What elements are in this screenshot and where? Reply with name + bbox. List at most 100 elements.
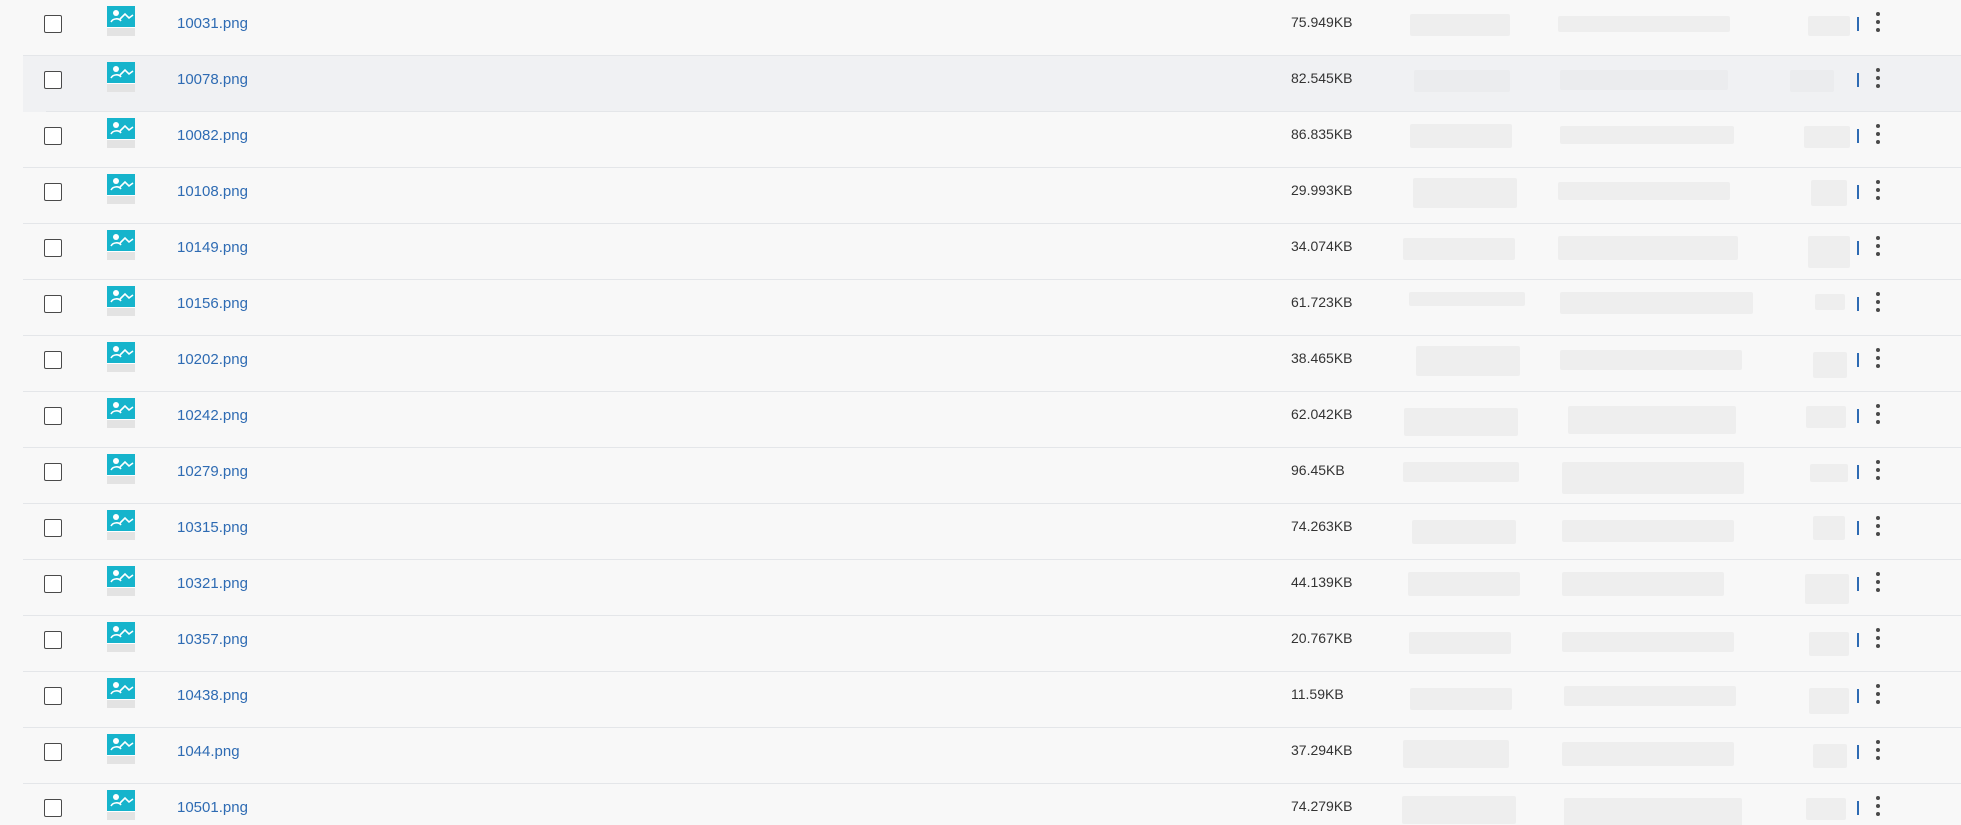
- redacted-cell: [1409, 632, 1511, 654]
- more-vertical-icon[interactable]: [1872, 794, 1884, 820]
- more-vertical-icon[interactable]: [1872, 178, 1884, 204]
- file-name-link[interactable]: 10156.png: [177, 295, 248, 312]
- file-list: 10031.png 75.949KB 10078.png 82.545KB 10…: [0, 0, 1961, 825]
- image-file-icon[interactable]: [107, 6, 135, 36]
- redacted-cell: [1560, 70, 1728, 90]
- file-name-link[interactable]: 10108.png: [177, 183, 248, 200]
- image-file-icon[interactable]: [107, 398, 135, 428]
- redacted-cell: [1402, 796, 1516, 824]
- row-checkbox[interactable]: [44, 631, 62, 649]
- image-file-icon[interactable]: [107, 790, 135, 820]
- row-checkbox[interactable]: [44, 687, 62, 705]
- image-file-icon[interactable]: [107, 566, 135, 596]
- file-row[interactable]: 10357.png 20.767KB: [0, 616, 1961, 672]
- file-row[interactable]: 10202.png 38.465KB: [0, 336, 1961, 392]
- more-vertical-icon[interactable]: [1872, 66, 1884, 92]
- more-vertical-icon[interactable]: [1872, 570, 1884, 596]
- redacted-cell: [1404, 408, 1518, 436]
- image-file-icon[interactable]: [107, 62, 135, 92]
- redacted-cell: [1809, 688, 1849, 714]
- file-name-link[interactable]: 10149.png: [177, 239, 248, 256]
- more-vertical-icon[interactable]: [1872, 738, 1884, 764]
- file-size: 75.949KB: [1291, 14, 1353, 30]
- file-size: 74.279KB: [1291, 798, 1353, 814]
- file-size: 37.294KB: [1291, 742, 1353, 758]
- redacted-cell: [1410, 14, 1510, 36]
- redacted-cell: [1408, 572, 1520, 596]
- file-row[interactable]: 10438.png 11.59KB: [0, 672, 1961, 728]
- redacted-cell: [1562, 632, 1734, 652]
- redacted-cell: [1806, 406, 1846, 428]
- file-name-link[interactable]: 1044.png: [177, 743, 240, 760]
- file-row[interactable]: 10031.png 75.949KB: [0, 0, 1961, 56]
- more-vertical-icon[interactable]: [1872, 122, 1884, 148]
- image-file-icon[interactable]: [107, 230, 135, 260]
- more-vertical-icon[interactable]: [1872, 682, 1884, 708]
- image-file-icon[interactable]: [107, 118, 135, 148]
- file-name-link[interactable]: 10082.png: [177, 127, 248, 144]
- image-file-icon[interactable]: [107, 678, 135, 708]
- file-row[interactable]: 10156.png 61.723KB: [0, 280, 1961, 336]
- more-vertical-icon[interactable]: [1872, 626, 1884, 652]
- file-row[interactable]: 10279.png 96.45KB: [0, 448, 1961, 504]
- file-row[interactable]: 10501.png 74.279KB: [0, 784, 1961, 825]
- row-checkbox[interactable]: [44, 463, 62, 481]
- row-checkbox[interactable]: [44, 239, 62, 257]
- file-name-link[interactable]: 10202.png: [177, 351, 248, 368]
- file-name-link[interactable]: 10078.png: [177, 71, 248, 88]
- image-file-icon[interactable]: [107, 286, 135, 316]
- more-vertical-icon[interactable]: [1872, 514, 1884, 540]
- file-name-link[interactable]: 10321.png: [177, 575, 248, 592]
- image-file-icon[interactable]: [107, 454, 135, 484]
- image-file-icon[interactable]: [107, 174, 135, 204]
- row-checkbox[interactable]: [44, 743, 62, 761]
- image-file-icon[interactable]: [107, 622, 135, 652]
- file-row[interactable]: 10078.png 82.545KB: [23, 56, 1961, 112]
- redacted-cell: [1564, 686, 1736, 706]
- action-separator: [1857, 17, 1859, 31]
- action-separator: [1857, 689, 1859, 703]
- more-vertical-icon[interactable]: [1872, 10, 1884, 36]
- row-checkbox[interactable]: [44, 351, 62, 369]
- more-vertical-icon[interactable]: [1872, 234, 1884, 260]
- row-checkbox[interactable]: [44, 799, 62, 817]
- more-vertical-icon[interactable]: [1872, 346, 1884, 372]
- redacted-cell: [1811, 180, 1847, 206]
- file-row[interactable]: 10082.png 86.835KB: [0, 112, 1961, 168]
- row-checkbox[interactable]: [44, 183, 62, 201]
- image-file-icon[interactable]: [107, 734, 135, 764]
- file-name-link[interactable]: 10438.png: [177, 687, 248, 704]
- more-vertical-icon[interactable]: [1872, 402, 1884, 428]
- file-name-link[interactable]: 10315.png: [177, 519, 248, 536]
- file-row[interactable]: 10315.png 74.263KB: [0, 504, 1961, 560]
- action-separator: [1857, 73, 1859, 87]
- action-separator: [1857, 409, 1859, 423]
- redacted-cell: [1403, 462, 1519, 482]
- row-checkbox[interactable]: [44, 127, 62, 145]
- file-row[interactable]: 10108.png 29.993KB: [0, 168, 1961, 224]
- file-name-link[interactable]: 10279.png: [177, 463, 248, 480]
- file-row[interactable]: 10149.png 34.074KB: [0, 224, 1961, 280]
- file-name-link[interactable]: 10357.png: [177, 631, 248, 648]
- row-checkbox[interactable]: [44, 295, 62, 313]
- more-vertical-icon[interactable]: [1872, 290, 1884, 316]
- image-file-icon[interactable]: [107, 342, 135, 372]
- file-name-link[interactable]: 10242.png: [177, 407, 248, 424]
- file-row[interactable]: 10242.png 62.042KB: [0, 392, 1961, 448]
- file-row[interactable]: 10321.png 44.139KB: [0, 560, 1961, 616]
- row-checkbox[interactable]: [44, 407, 62, 425]
- row-checkbox[interactable]: [44, 71, 62, 89]
- redacted-cell: [1813, 516, 1845, 540]
- redacted-cell: [1560, 292, 1753, 314]
- action-separator: [1857, 465, 1859, 479]
- image-file-icon[interactable]: [107, 510, 135, 540]
- row-checkbox[interactable]: [44, 15, 62, 33]
- file-size: 86.835KB: [1291, 126, 1353, 142]
- more-vertical-icon[interactable]: [1872, 458, 1884, 484]
- file-row[interactable]: 1044.png 37.294KB: [0, 728, 1961, 784]
- row-checkbox[interactable]: [44, 575, 62, 593]
- file-name-link[interactable]: 10031.png: [177, 15, 248, 32]
- row-checkbox[interactable]: [44, 519, 62, 537]
- file-name-link[interactable]: 10501.png: [177, 799, 248, 816]
- redacted-cell: [1403, 740, 1509, 768]
